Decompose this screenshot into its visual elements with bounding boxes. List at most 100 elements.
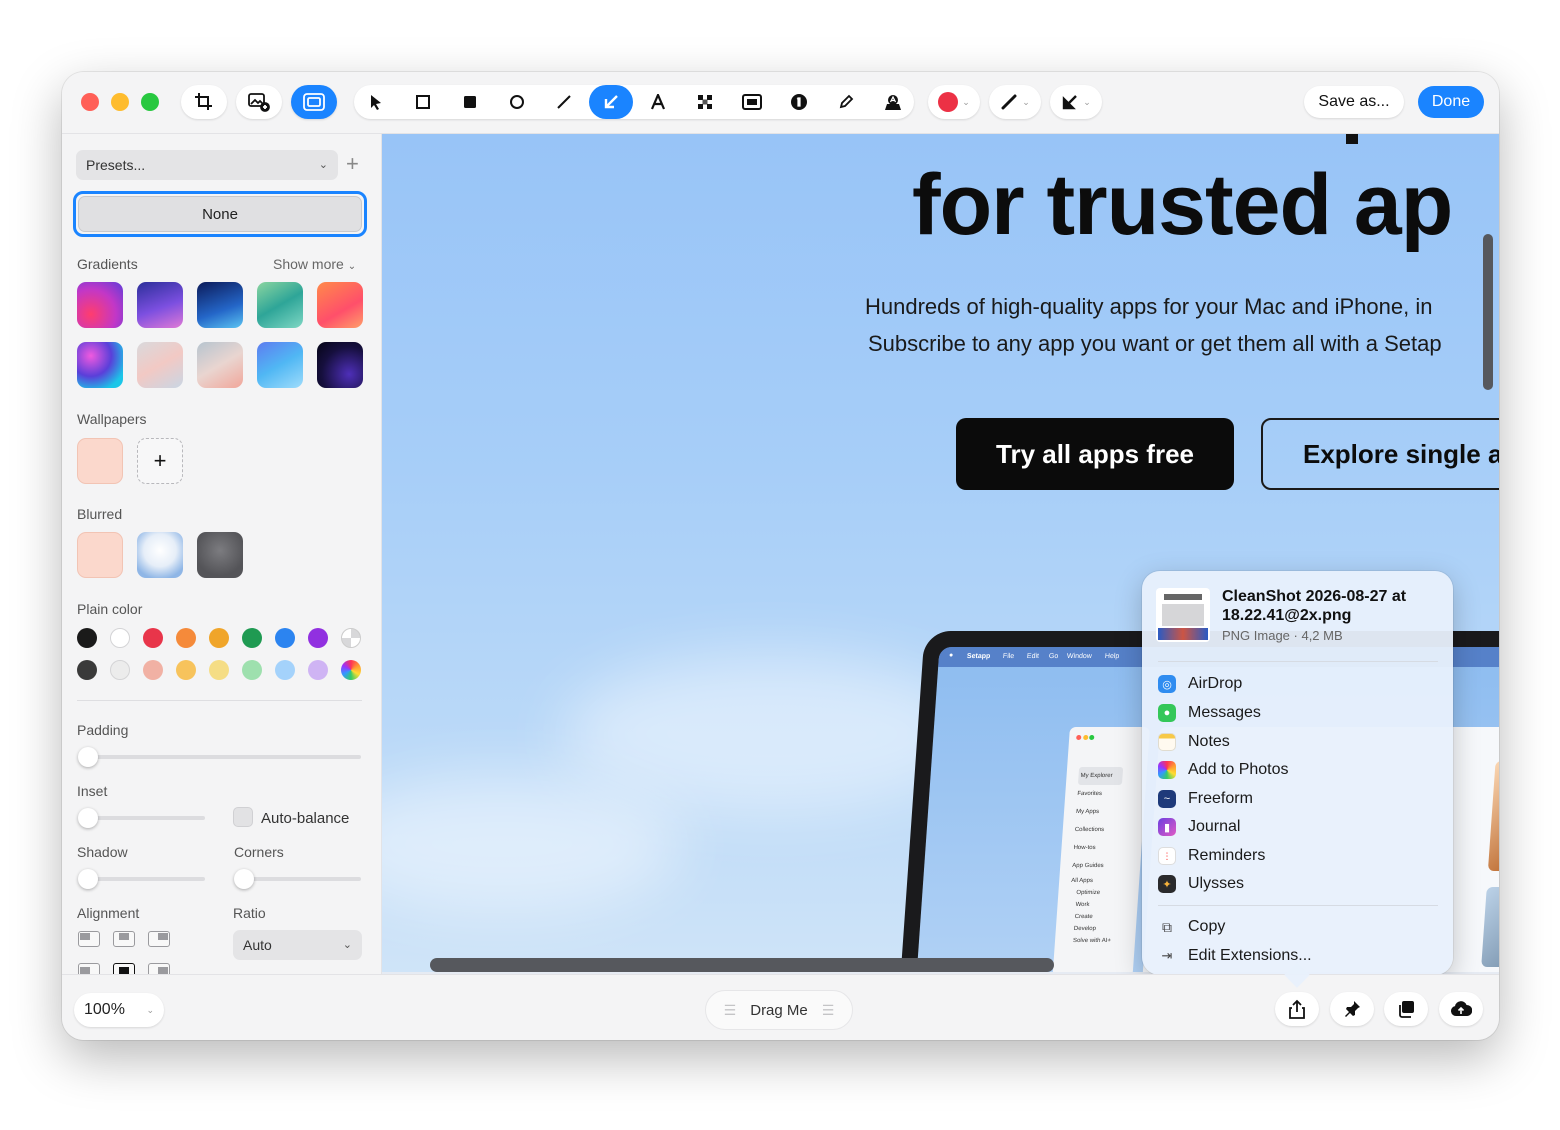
- copy-button[interactable]: [1384, 992, 1428, 1026]
- plain-color-dot[interactable]: [176, 628, 196, 648]
- tool-ellipse[interactable]: [495, 85, 539, 119]
- gradient-swatch-9[interactable]: [257, 342, 303, 388]
- gradient-swatch-1[interactable]: [77, 282, 123, 328]
- plain-color-dot[interactable]: [176, 660, 196, 680]
- upload-cloud-button[interactable]: [1439, 992, 1483, 1026]
- arrow-style-button[interactable]: ⌄: [1050, 85, 1102, 119]
- gradient-swatch-10[interactable]: [317, 342, 363, 388]
- mini-card-image: [1487, 761, 1499, 871]
- vertical-scrollbar[interactable]: [1483, 234, 1493, 390]
- plain-color-dot[interactable]: [308, 628, 328, 648]
- arrow-style-icon: [1063, 95, 1078, 110]
- plain-color-dot[interactable]: [110, 660, 130, 680]
- tool-line[interactable]: [542, 85, 586, 119]
- share-airdrop[interactable]: ◎ AirDrop: [1158, 671, 1438, 697]
- minimize-window-button[interactable]: [111, 93, 129, 111]
- pin-button[interactable]: [1330, 992, 1374, 1026]
- gradient-swatch-7[interactable]: [137, 342, 183, 388]
- padding-slider[interactable]: [78, 755, 361, 759]
- drag-me-handle[interactable]: ☰ Drag Me ☰: [705, 990, 853, 1030]
- tool-select[interactable]: [354, 85, 398, 119]
- hero-glyph-fragment: [1346, 134, 1358, 144]
- horizontal-scrollbar[interactable]: [430, 958, 1054, 972]
- show-more-link[interactable]: Show more ⌄: [273, 256, 356, 272]
- tool-text[interactable]: [636, 85, 680, 119]
- color-picker-button[interactable]: ⌄: [928, 85, 980, 119]
- custom-color-wheel[interactable]: [341, 660, 361, 680]
- airdrop-icon: ◎: [1158, 675, 1176, 693]
- presets-dropdown[interactable]: Presets... ⌄: [76, 150, 338, 180]
- ratio-dropdown[interactable]: Auto ⌄: [233, 930, 362, 960]
- plain-color-dot[interactable]: [143, 628, 163, 648]
- add-wallpaper-button[interactable]: +: [137, 438, 183, 484]
- menu-divider: [1158, 905, 1438, 906]
- plain-color-dot[interactable]: [110, 628, 130, 648]
- blurred-swatch-3[interactable]: [197, 532, 243, 578]
- tool-spotlight[interactable]: [730, 85, 774, 119]
- tool-pixelate[interactable]: [683, 85, 727, 119]
- add-image-button[interactable]: [236, 85, 282, 119]
- pencil-icon: [839, 94, 854, 109]
- share-notes[interactable]: Notes: [1158, 729, 1438, 755]
- padding-slider-knob[interactable]: [78, 747, 98, 767]
- stroke-width-button[interactable]: ⌄: [989, 85, 1041, 119]
- inset-slider-knob[interactable]: [78, 808, 98, 828]
- align-top-center[interactable]: [113, 931, 135, 947]
- done-button[interactable]: Done: [1418, 86, 1484, 118]
- share-add-to-photos[interactable]: Add to Photos: [1158, 757, 1438, 783]
- save-as-button[interactable]: Save as...: [1304, 86, 1404, 118]
- plain-color-dot[interactable]: [209, 628, 229, 648]
- zoom-dropdown[interactable]: 100% ⌄: [74, 993, 164, 1027]
- tool-highlighter[interactable]: [824, 85, 868, 119]
- tool-filled-rectangle[interactable]: [448, 85, 492, 119]
- auto-balance-checkbox[interactable]: [233, 807, 253, 827]
- plain-color-dot[interactable]: [77, 628, 97, 648]
- share-item-label: Reminders: [1188, 847, 1266, 864]
- tool-watermark[interactable]: [871, 85, 915, 119]
- plain-color-dot[interactable]: [275, 660, 295, 680]
- try-all-apps-button[interactable]: Try all apps free: [956, 418, 1234, 490]
- blurred-swatch-2[interactable]: [137, 532, 183, 578]
- wallpaper-swatch-peach[interactable]: [77, 438, 123, 484]
- gradient-swatch-6[interactable]: [77, 342, 123, 388]
- grip-icon: ☰: [723, 1001, 737, 1018]
- share-icon: [1289, 999, 1305, 1019]
- plain-color-dot[interactable]: [242, 628, 262, 648]
- tool-arrow[interactable]: [589, 85, 633, 119]
- close-window-button[interactable]: [81, 93, 99, 111]
- plain-color-dot[interactable]: [143, 660, 163, 680]
- blurred-swatch-1[interactable]: [77, 532, 123, 578]
- tool-counter[interactable]: [777, 85, 821, 119]
- plus-icon: +: [153, 448, 167, 473]
- plain-color-dot[interactable]: [308, 660, 328, 680]
- zoom-window-button[interactable]: [141, 93, 159, 111]
- tool-rectangle[interactable]: [401, 85, 445, 119]
- gradient-swatch-5[interactable]: [317, 282, 363, 328]
- gradient-swatch-2[interactable]: [137, 282, 183, 328]
- align-top-right[interactable]: [148, 931, 170, 947]
- corners-slider-knob[interactable]: [234, 869, 254, 889]
- background-none-option[interactable]: None: [73, 191, 367, 237]
- plain-color-dot[interactable]: [209, 660, 229, 680]
- share-messages[interactable]: ● Messages: [1158, 700, 1438, 726]
- share-journal[interactable]: ▮ Journal: [1158, 814, 1438, 840]
- plain-color-dot[interactable]: [77, 660, 97, 680]
- annotation-tools: [354, 85, 914, 119]
- gradient-swatch-8[interactable]: [197, 342, 243, 388]
- share-copy[interactable]: ⧉ Copy: [1158, 914, 1438, 940]
- explore-single-app-button[interactable]: Explore single ap: [1261, 418, 1499, 490]
- gradient-swatch-4[interactable]: [257, 282, 303, 328]
- share-button[interactable]: [1275, 992, 1319, 1026]
- plain-color-dot[interactable]: [275, 628, 295, 648]
- add-preset-icon[interactable]: +: [346, 152, 359, 176]
- background-tool-button[interactable]: [291, 85, 337, 119]
- plain-color-dot[interactable]: [242, 660, 262, 680]
- share-ulysses[interactable]: ✦ Ulysses: [1158, 871, 1438, 897]
- align-top-left[interactable]: [78, 931, 100, 947]
- share-freeform[interactable]: ~ Freeform: [1158, 786, 1438, 812]
- share-reminders[interactable]: ⋮ Reminders: [1158, 843, 1438, 869]
- transparent-color-dot[interactable]: [341, 628, 361, 648]
- shadow-slider-knob[interactable]: [78, 869, 98, 889]
- crop-button[interactable]: [181, 85, 227, 119]
- gradient-swatch-3[interactable]: [197, 282, 243, 328]
